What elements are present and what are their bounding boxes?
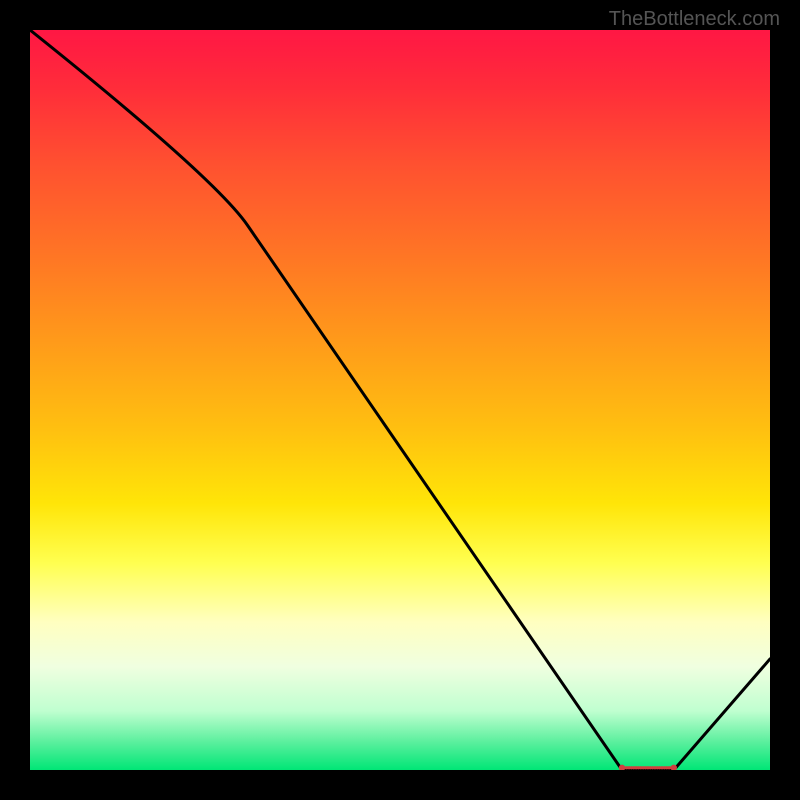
chart-plot-area: [30, 30, 770, 770]
watermark-text: TheBottleneck.com: [609, 8, 780, 31]
chart-svg: [30, 30, 770, 770]
curve-line: [30, 30, 770, 770]
